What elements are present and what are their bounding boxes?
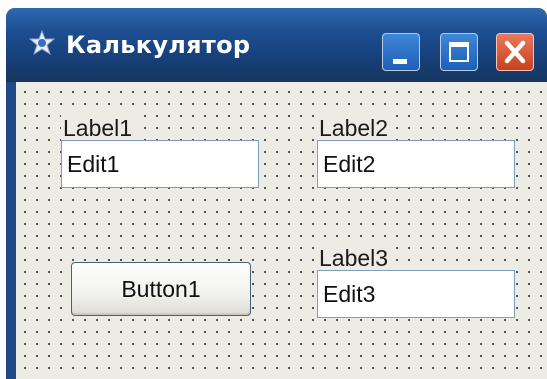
window-title: Калькулятор [66, 31, 251, 59]
close-button[interactable] [496, 33, 534, 71]
close-icon [504, 40, 526, 64]
form-client-area: Label1 Edit1 Label2 Edit2 Label3 Edit3 B… [16, 82, 547, 379]
app-icon [29, 30, 55, 56]
edit3-input[interactable]: Edit3 [317, 270, 515, 318]
button1[interactable]: Button1 [71, 262, 251, 316]
maximize-icon [449, 42, 469, 62]
designer-window: Калькулятор Label1 Edit1 Label2 Edit2 La… [6, 8, 547, 379]
maximize-button[interactable] [440, 33, 478, 71]
title-bar[interactable]: Калькулятор [6, 8, 547, 82]
label3: Label3 [317, 244, 391, 272]
edit2-input[interactable]: Edit2 [317, 140, 515, 188]
label2: Label2 [317, 114, 391, 142]
edit1-input[interactable]: Edit1 [61, 140, 259, 188]
label1: Label1 [61, 114, 135, 142]
minimize-button[interactable] [382, 33, 420, 71]
minimize-icon [393, 59, 407, 64]
